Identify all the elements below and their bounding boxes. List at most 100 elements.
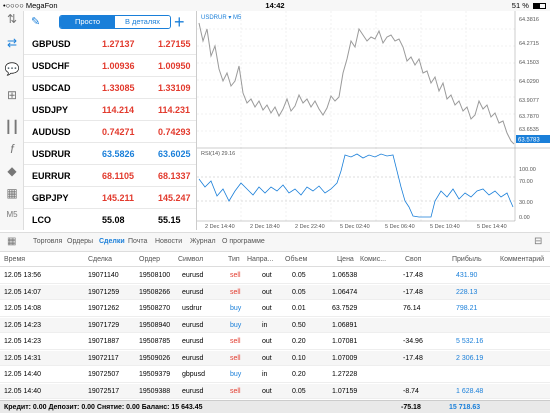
- tab-journal[interactable]: Журнал: [190, 238, 216, 245]
- time-tick: 2 Dec 22:40: [295, 224, 325, 230]
- indicator-icon[interactable]: f: [4, 141, 20, 157]
- clock: 14:42: [265, 1, 285, 10]
- cell-symbol: eurusd: [182, 321, 204, 329]
- column-header[interactable]: Тип: [228, 256, 240, 263]
- cell-symbol: usdrur: [182, 305, 202, 312]
- quote-row[interactable]: GBPJPY 145.211 145.247: [24, 187, 196, 209]
- cell-dir: out: [262, 272, 272, 279]
- column-header[interactable]: Объем: [285, 256, 307, 263]
- cell-symbol: eurusd: [182, 387, 204, 395]
- chat-icon[interactable]: 💬: [4, 61, 20, 77]
- table-row[interactable]: 12.05 14:31 19072117 19509026 eurusd sell out…: [0, 350, 550, 366]
- cell-time: 12.05 14:08: [4, 305, 41, 312]
- quote-ask: 114.231: [158, 105, 191, 115]
- price-tick: 64.2715: [519, 41, 539, 47]
- cell-volume: 0.01: [292, 305, 306, 312]
- quote-symbol: USDCAD: [32, 83, 71, 93]
- quotes-icon[interactable]: ⇅: [4, 11, 20, 27]
- cell-swap: -34.96: [403, 338, 423, 345]
- quote-row[interactable]: LCO 55.08 55.15: [24, 209, 196, 230]
- quote-ask: 1.33109: [158, 83, 191, 93]
- quote-symbol: GBPJPY: [32, 193, 69, 203]
- table-row[interactable]: 12.05 14:08 19071262 19508270 usdrur buy out 0…: [0, 301, 550, 317]
- cell-volume: 0.50: [292, 321, 306, 329]
- cell-dir: out: [262, 338, 272, 345]
- table-row[interactable]: 12.05 14:23 19071729 19508940 eurusd buy in 0.…: [0, 317, 550, 333]
- tab-trade[interactable]: Торговля: [33, 238, 62, 245]
- cell-type: buy: [230, 305, 242, 312]
- tab-news[interactable]: Новости: [155, 238, 182, 245]
- quote-bid: 1.33085: [102, 83, 135, 93]
- quote-ask: 145.247: [158, 193, 191, 203]
- cell-profit: 798.21: [456, 305, 478, 312]
- layout-icon[interactable]: ⊟: [534, 236, 542, 247]
- table-row[interactable]: 12.05 14:40 19072517 19509388 eurusd sell out…: [0, 383, 550, 399]
- table-row[interactable]: 12.05 14:07 19071259 19508266 eurusd sell out…: [0, 284, 550, 300]
- column-header[interactable]: Комментарий: [500, 256, 544, 263]
- column-header[interactable]: Напра...: [247, 256, 273, 263]
- quote-ask: 1.00950: [158, 61, 191, 71]
- cell-dir: in: [262, 321, 268, 329]
- quote-symbol: LCO: [32, 215, 51, 225]
- quote-row[interactable]: USDCAD 1.33085 1.33109: [24, 77, 196, 99]
- quote-row[interactable]: GBPUSD 1.27137 1.27155: [24, 33, 196, 55]
- cell-order: 19509379: [139, 371, 171, 378]
- quote-bid: 55.08: [102, 215, 125, 225]
- cell-profit: 2 306.19: [456, 354, 484, 362]
- quote-row[interactable]: AUDUSD 0.74271 0.74293: [24, 121, 196, 143]
- trade-icon[interactable]: ⇄: [4, 35, 20, 51]
- cell-symbol: eurusd: [182, 288, 204, 296]
- edit-icon[interactable]: ✎: [31, 15, 40, 28]
- cell-time: 12.05 13:56: [4, 272, 41, 279]
- cell-volume: 0.10: [292, 354, 306, 362]
- cell-swap: -17.48: [403, 272, 423, 279]
- cell-volume: 0.20: [292, 371, 306, 378]
- column-header[interactable]: Символ: [178, 256, 203, 263]
- quote-symbol: USDRUR: [32, 149, 71, 159]
- table-row[interactable]: 12.05 14:40 19072507 19509379 gbpusd buy in 0.…: [0, 367, 550, 383]
- cell-swap: 76.14: [403, 305, 421, 312]
- tab-orders[interactable]: Ордеры: [67, 238, 93, 245]
- rsi-axis: 100.00 70.00 30.00 0.00: [519, 167, 536, 221]
- table-row[interactable]: 12.05 14:23 19071887 19508785 eurusd sell out…: [0, 334, 550, 350]
- account-summary-bar: Кредит: 0.00 Депозит: 0.00 Снятие: 0.00 …: [0, 400, 550, 413]
- column-header[interactable]: Сделка: [88, 256, 112, 263]
- column-header[interactable]: Комис...: [360, 256, 386, 263]
- add-document-icon[interactable]: ⊞: [4, 87, 20, 103]
- timeframe-m5-button[interactable]: M5: [4, 207, 20, 223]
- grid-icon[interactable]: ▦: [7, 236, 16, 247]
- time-tick: 5 Dec 06:40: [385, 224, 415, 230]
- tab-mail[interactable]: Почта: [128, 238, 147, 245]
- quote-row[interactable]: EURRUR 68.1105 68.1337: [24, 165, 196, 187]
- chart-title[interactable]: USDRUR ▾ M5: [201, 15, 242, 21]
- segment-detailed[interactable]: В деталях: [115, 16, 170, 28]
- cell-deal: 19071887: [88, 338, 120, 345]
- deals-table-header: Время Сделка Ордер Символ Тип Напра... О…: [0, 253, 550, 267]
- candlestick-icon[interactable]: ┃┃: [4, 119, 20, 135]
- column-header[interactable]: Цена: [337, 256, 354, 263]
- templates-icon[interactable]: ▦: [4, 185, 20, 201]
- column-header[interactable]: Ордер: [139, 256, 160, 263]
- price-tick: 63.7870: [519, 114, 539, 120]
- tab-about[interactable]: О программе: [222, 238, 265, 245]
- battery-icon: [533, 3, 546, 9]
- objects-icon[interactable]: ◆: [4, 163, 20, 179]
- quote-row[interactable]: USDRUR 63.5826 63.6025: [24, 143, 196, 165]
- column-header[interactable]: Время: [4, 256, 25, 263]
- cell-price: 63.7529: [332, 305, 358, 312]
- table-row[interactable]: 12.05 13:56 19071140 19508100 eurusd sell out…: [0, 268, 550, 284]
- tab-deals[interactable]: Сделки: [99, 238, 125, 245]
- column-header[interactable]: Прибыль: [452, 256, 482, 263]
- quote-row[interactable]: USDCHF 1.00936 1.00950: [24, 55, 196, 77]
- quotes-list: GBPUSD 1.27137 1.27155 USDCHF 1.00936 1.…: [24, 33, 196, 230]
- segment-simple[interactable]: Просто: [60, 16, 115, 28]
- quotes-header: ✎ Просто В деталях +: [24, 11, 196, 33]
- cell-type: sell: [230, 387, 241, 395]
- column-header[interactable]: Своп: [405, 256, 421, 263]
- battery-status: 51 %: [512, 1, 546, 10]
- quote-bid: 0.74271: [102, 127, 135, 137]
- price-chart[interactable]: 63.5783 USDRUR ▾ M5 64.3816 64.2715 64.1…: [196, 11, 550, 230]
- cell-swap: -8.74: [403, 387, 419, 395]
- add-symbol-icon[interactable]: +: [174, 11, 185, 33]
- quote-row[interactable]: USDJPY 114.214 114.231: [24, 99, 196, 121]
